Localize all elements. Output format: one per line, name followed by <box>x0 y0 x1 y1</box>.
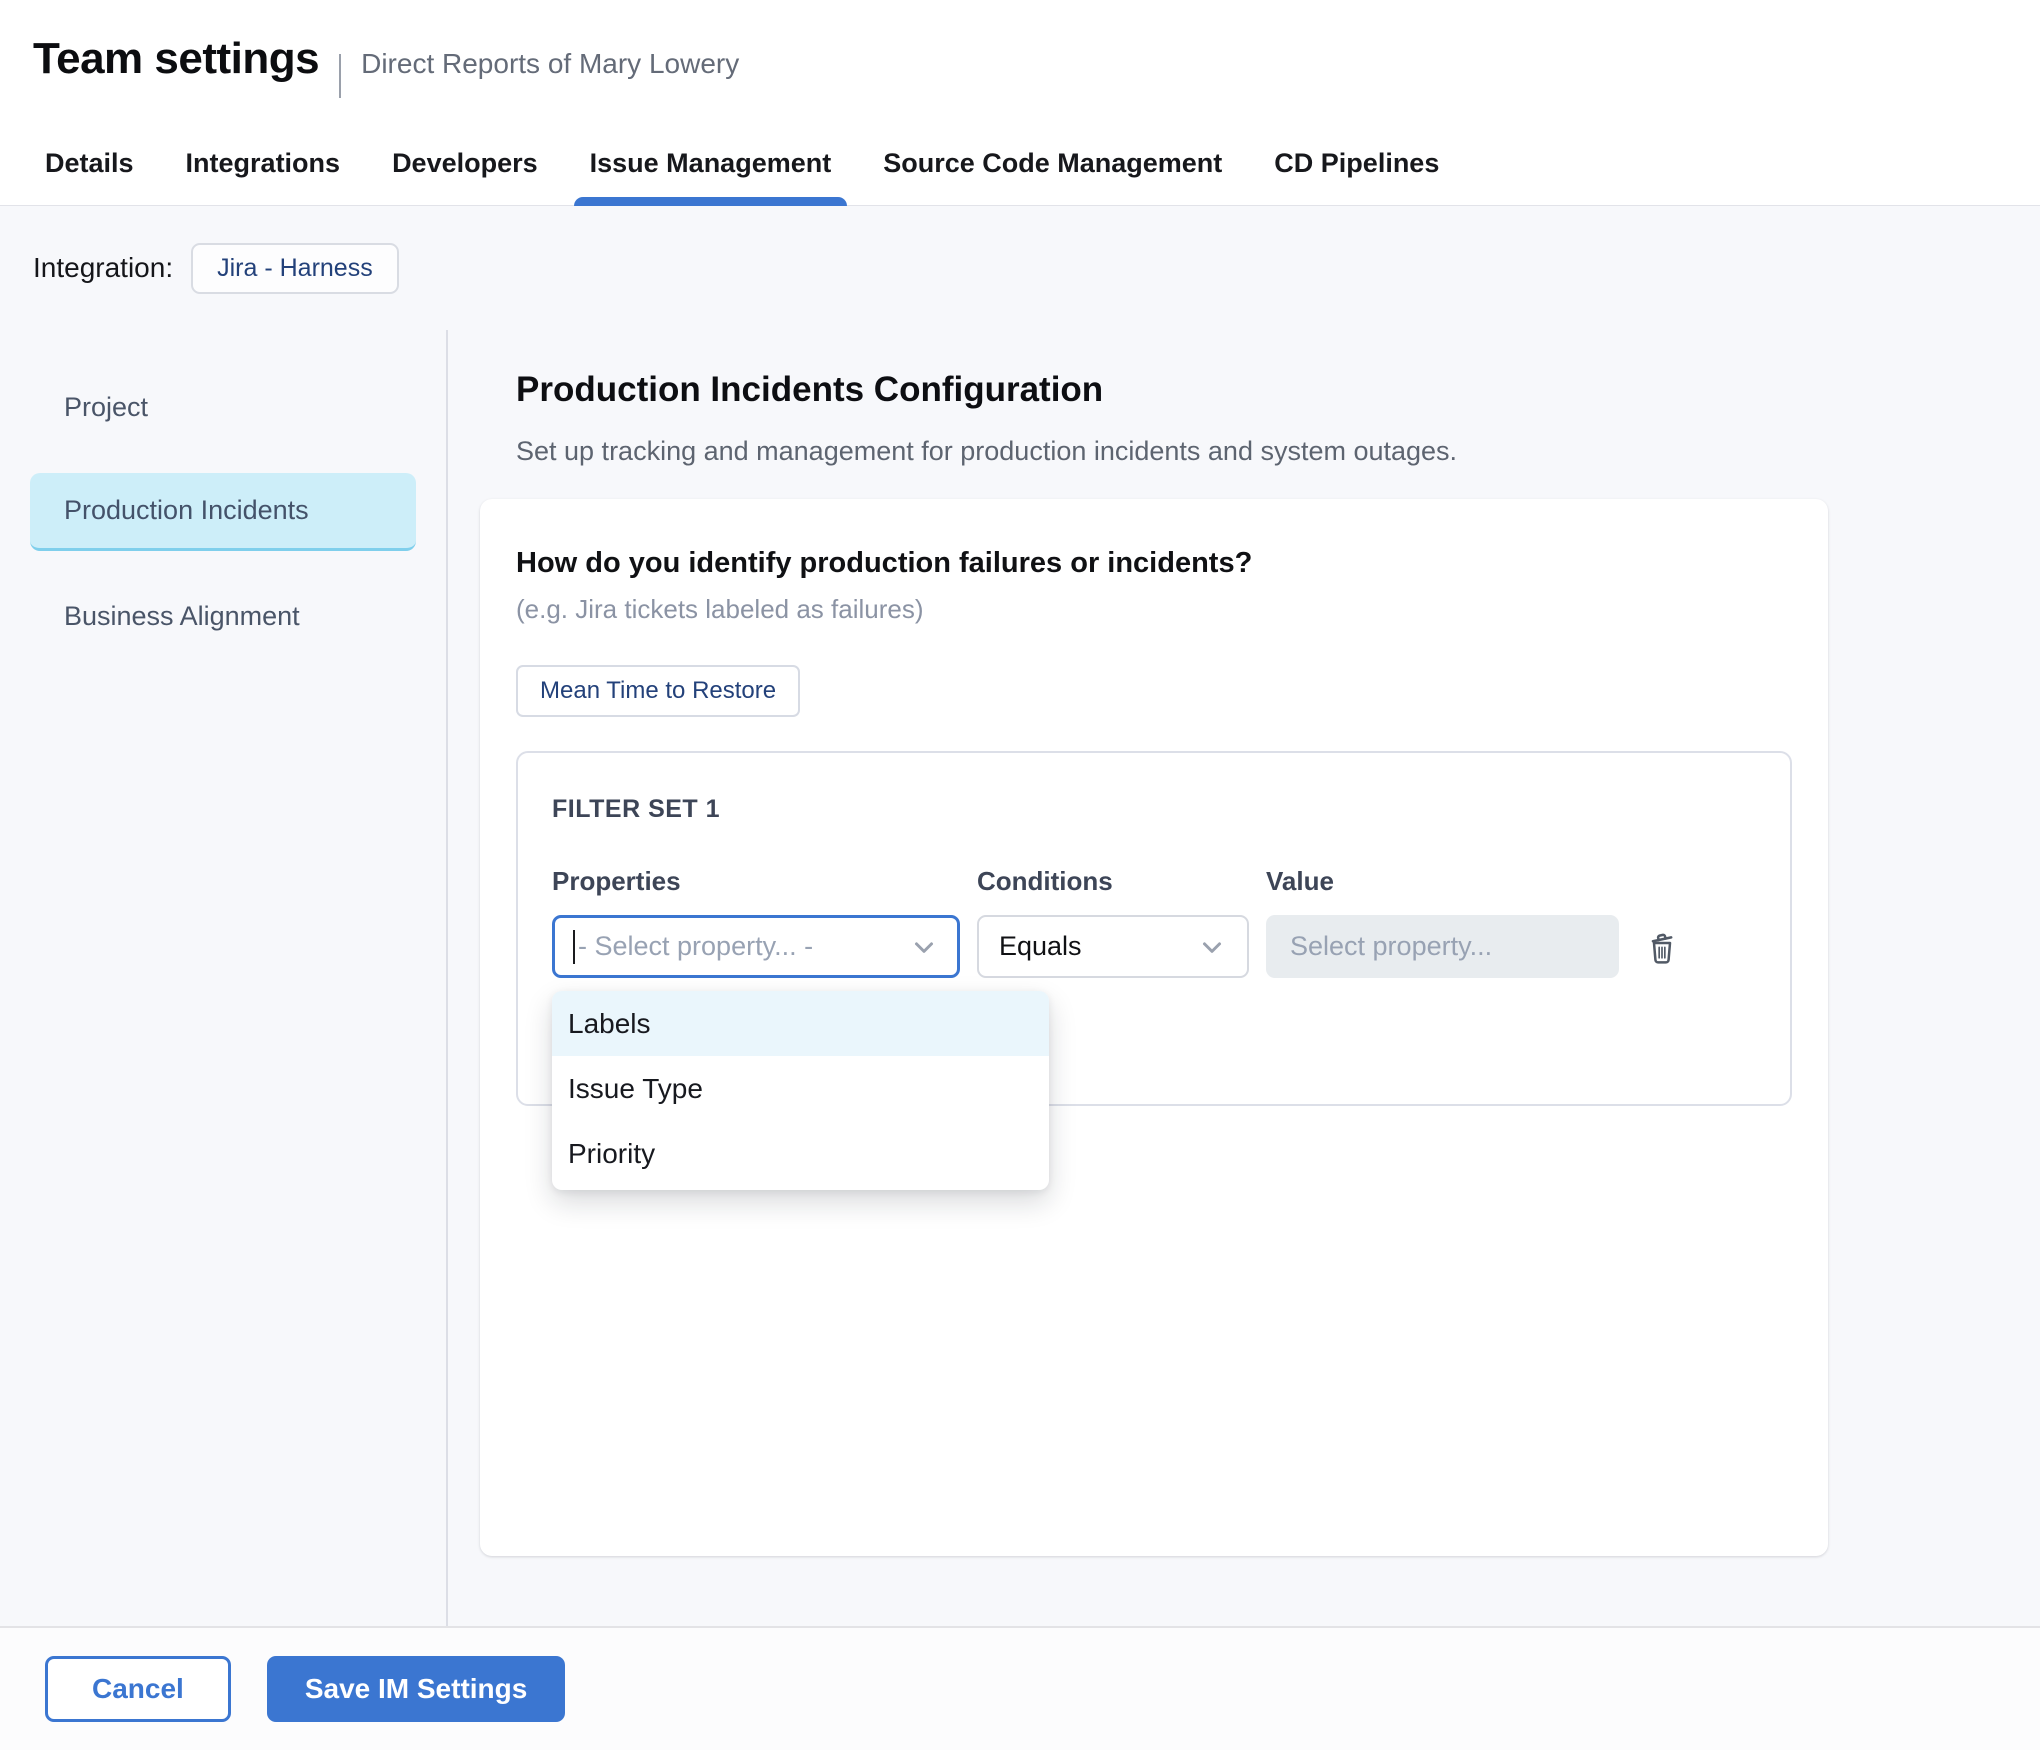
dropdown-option-labels[interactable]: Labels <box>552 991 1049 1056</box>
footer-actions: Cancel Save IM Settings <box>0 1626 2040 1750</box>
settings-sidebar: Project Production Incidents Business Al… <box>0 330 448 1626</box>
integration-bar: Integration: Jira - Harness <box>0 206 2040 330</box>
condition-select[interactable]: Equals <box>977 915 1249 978</box>
mean-time-to-restore-chip[interactable]: Mean Time to Restore <box>516 665 800 717</box>
dropdown-option-priority[interactable]: Priority <box>552 1121 1049 1186</box>
tab-bar: Details Integrations Developers Issue Ma… <box>0 112 2040 206</box>
text-caret <box>573 930 575 964</box>
sidebar-item-business-alignment[interactable]: Business Alignment <box>30 579 416 654</box>
tab-developers[interactable]: Developers <box>392 148 538 205</box>
filter-set-title: FILTER SET 1 <box>552 795 1756 824</box>
dropdown-option-issue-type[interactable]: Issue Type <box>552 1056 1049 1121</box>
property-select-placeholder: - Select property... - <box>578 931 909 962</box>
main-pane: Production Incidents Configuration Set u… <box>448 330 2040 1626</box>
tab-integrations[interactable]: Integrations <box>186 148 341 205</box>
tab-details[interactable]: Details <box>45 148 134 205</box>
property-dropdown-menu: Labels Issue Type Priority <box>552 991 1049 1190</box>
tab-cd-pipelines[interactable]: CD Pipelines <box>1274 148 1439 205</box>
sidebar-item-production-incidents[interactable]: Production Incidents <box>30 473 416 551</box>
filter-row: Properties Conditions Value - Select pro… <box>552 866 1756 978</box>
trash-icon <box>1642 927 1682 967</box>
identify-hint: (e.g. Jira tickets labeled as failures) <box>516 594 1792 625</box>
sidebar-item-project[interactable]: Project <box>30 370 416 445</box>
identify-question: How do you identify production failures … <box>516 547 1792 580</box>
title-divider <box>339 54 341 98</box>
integration-label: Integration: <box>33 252 173 284</box>
save-im-settings-button[interactable]: Save IM Settings <box>267 1656 566 1722</box>
value-field-wrap <box>1266 915 1619 978</box>
cancel-button[interactable]: Cancel <box>45 1656 231 1722</box>
section-subtitle: Set up tracking and management for produ… <box>480 436 1828 467</box>
value-input[interactable] <box>1266 915 1619 978</box>
page-subtitle: Direct Reports of Mary Lowery <box>361 48 739 80</box>
delete-filter-button[interactable] <box>1636 921 1688 973</box>
integration-chip[interactable]: Jira - Harness <box>191 243 399 294</box>
column-label-properties: Properties <box>552 866 960 897</box>
tab-issue-management[interactable]: Issue Management <box>590 148 832 205</box>
section-title: Production Incidents Configuration <box>480 370 1828 410</box>
chevron-down-icon <box>1197 932 1227 962</box>
column-label-conditions: Conditions <box>977 866 1249 897</box>
incidents-config-panel: How do you identify production failures … <box>480 499 1828 1556</box>
property-select[interactable]: - Select property... - <box>552 915 960 978</box>
page-header: Team settings Direct Reports of Mary Low… <box>0 0 2040 112</box>
content-area: Project Production Incidents Business Al… <box>0 330 2040 1626</box>
tab-source-code-management[interactable]: Source Code Management <box>883 148 1222 205</box>
chevron-down-icon <box>909 932 939 962</box>
condition-select-value: Equals <box>999 931 1197 962</box>
filter-set-card: FILTER SET 1 Properties Conditions Value… <box>516 751 1792 1106</box>
column-label-value: Value <box>1266 866 1619 897</box>
page-title: Team settings <box>33 34 319 84</box>
